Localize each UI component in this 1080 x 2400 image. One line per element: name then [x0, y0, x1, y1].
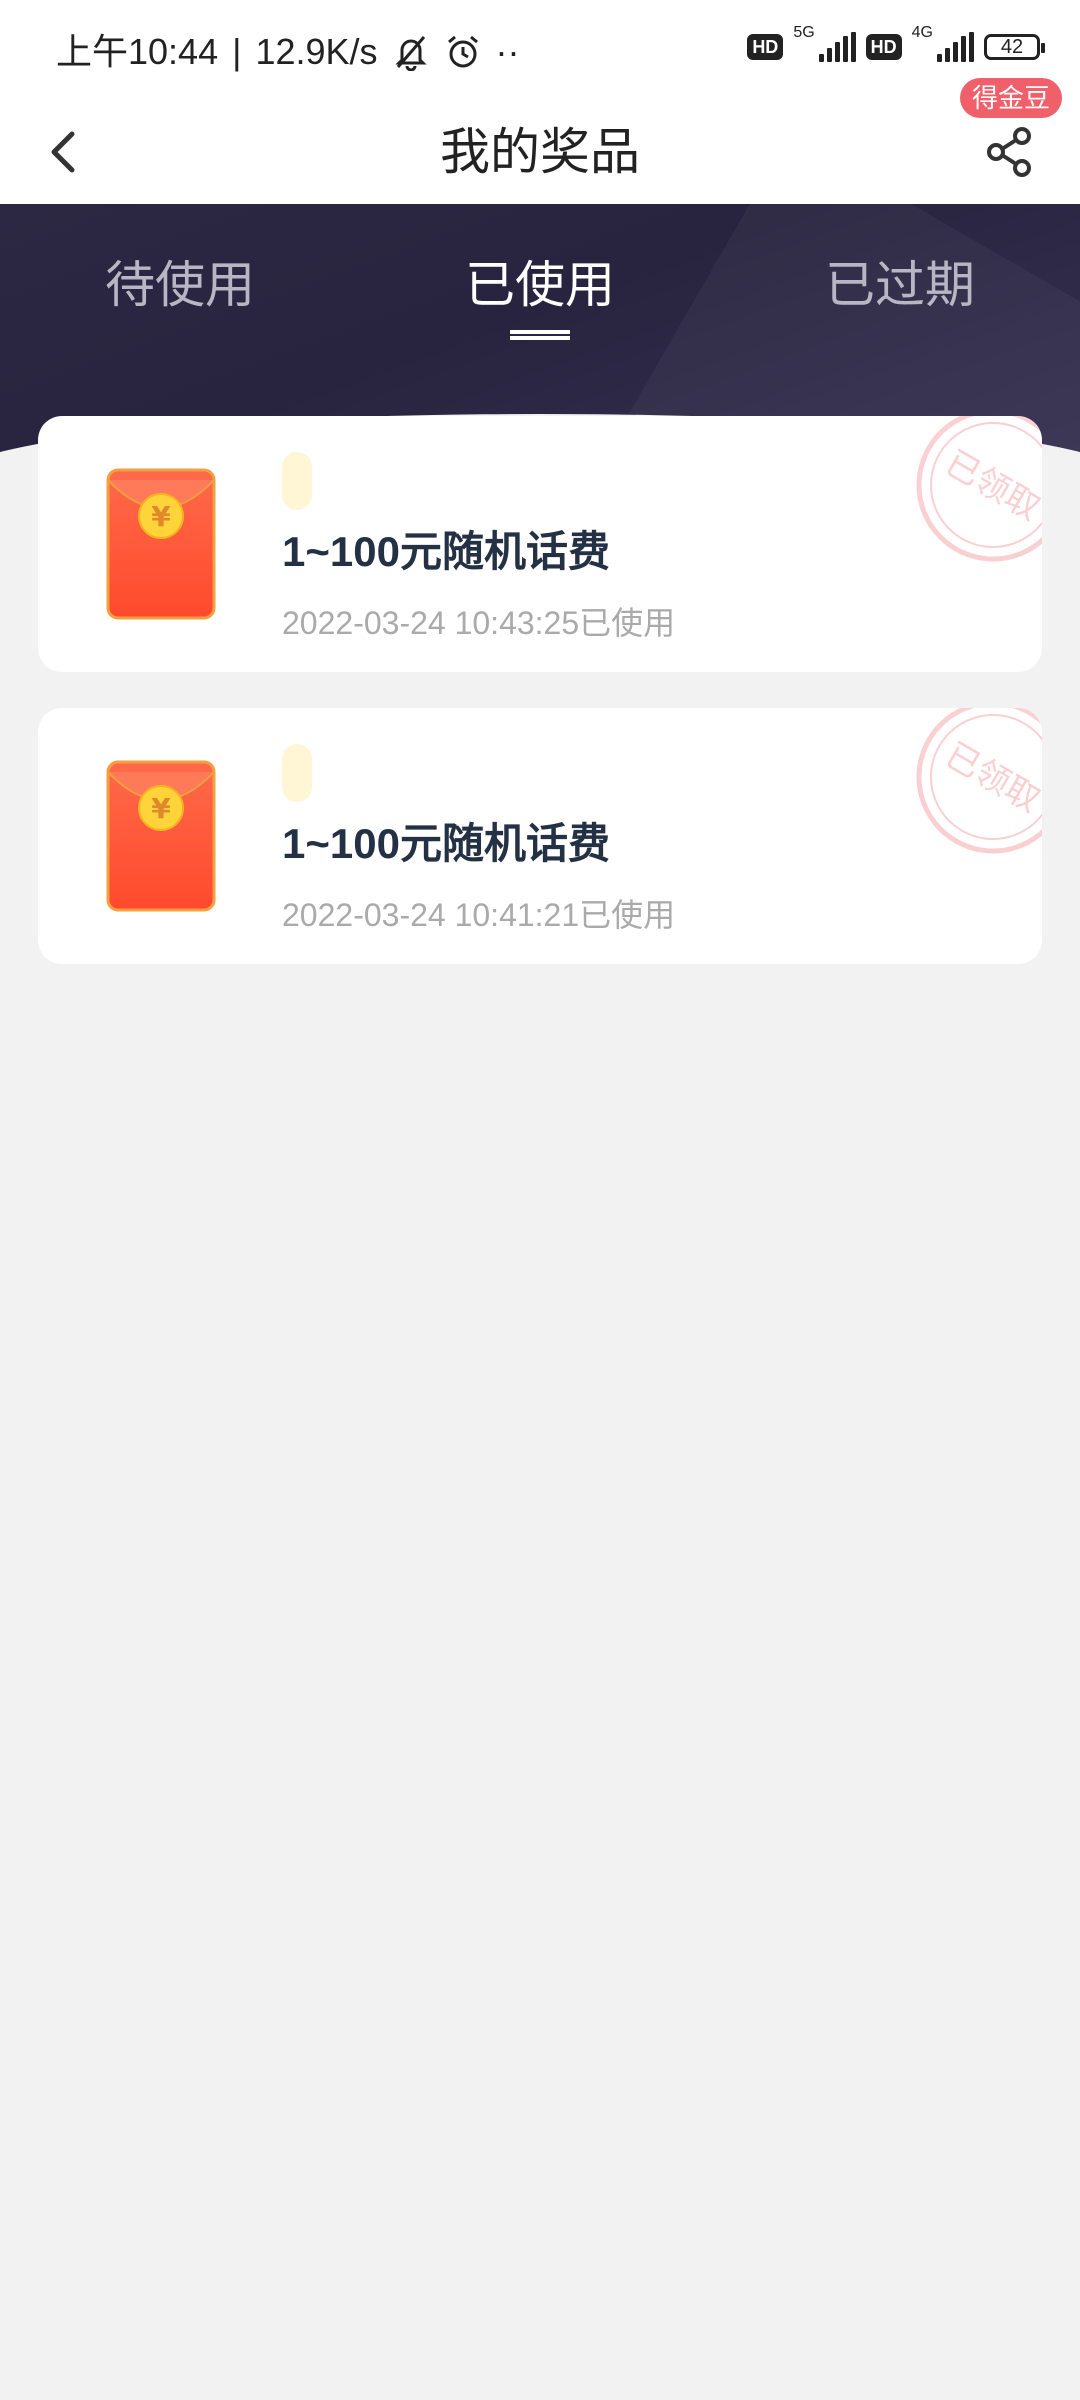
tab-unused[interactable]: 待使用: [30, 250, 330, 320]
tab-indicator: [510, 330, 570, 340]
red-envelope-icon: ¥: [106, 468, 216, 620]
red-envelope-icon: ¥: [106, 760, 216, 912]
network-4g-label: 4G: [911, 24, 933, 41]
prize-card[interactable]: ¥ 1~100元随机话费 2022-03-24 10:43:25已使用 已领取: [38, 416, 1042, 672]
mute-bell-icon: [394, 36, 427, 71]
battery-level: 42: [1000, 35, 1024, 58]
prize-card[interactable]: ¥ 1~100元随机话费 2022-03-24 10:41:21已使用 已领取: [38, 708, 1042, 964]
status-separator: |: [232, 31, 242, 72]
svg-text:¥: ¥: [151, 792, 171, 825]
claimed-stamp-icon: 已领取: [916, 416, 1042, 562]
signal-4g-icon: [937, 32, 974, 62]
prize-tag: [282, 452, 312, 510]
prize-time: 2022-03-24 10:41:21已使用: [282, 897, 676, 933]
status-right: HD 5G HD 4G 42: [747, 24, 1045, 62]
page-title: 我的奖品: [440, 124, 640, 180]
status-left: 上午10:44 | 12.9K/s ··: [56, 28, 520, 76]
svg-text:¥: ¥: [151, 500, 171, 533]
stamp-text: 已领取: [938, 443, 1042, 529]
tab-used[interactable]: 已使用: [390, 250, 690, 320]
battery-icon: 42: [984, 34, 1045, 60]
stamp-text: 已领取: [938, 735, 1042, 821]
share-icon: [987, 127, 1031, 177]
gold-bean-badge[interactable]: 得金豆: [959, 78, 1062, 118]
signal-5g-icon: [818, 32, 856, 62]
hd-badge-2: HD: [865, 34, 902, 60]
status-speed: 12.9K/s: [255, 31, 378, 72]
status-bar: 上午10:44 | 12.9K/s ·· HD 5G HD 4G 42: [0, 0, 1080, 100]
prize-title: 1~100元随机话费: [282, 820, 610, 867]
prize-time: 2022-03-24 10:43:25已使用: [282, 605, 676, 641]
nav-bar: 我的奖品 得金豆: [0, 78, 1080, 204]
share-button[interactable]: [980, 122, 1040, 182]
network-5g-label: 5G: [793, 24, 815, 41]
alarm-icon: [447, 35, 478, 68]
claimed-stamp-icon: 已领取: [916, 708, 1042, 854]
hd-badge: HD: [747, 34, 784, 60]
prize-tag: [282, 744, 312, 802]
status-more: ··: [495, 31, 520, 72]
prize-title: 1~100元随机话费: [282, 528, 610, 575]
status-time: 上午10:44: [56, 31, 219, 72]
tab-expired[interactable]: 已过期: [750, 250, 1050, 320]
